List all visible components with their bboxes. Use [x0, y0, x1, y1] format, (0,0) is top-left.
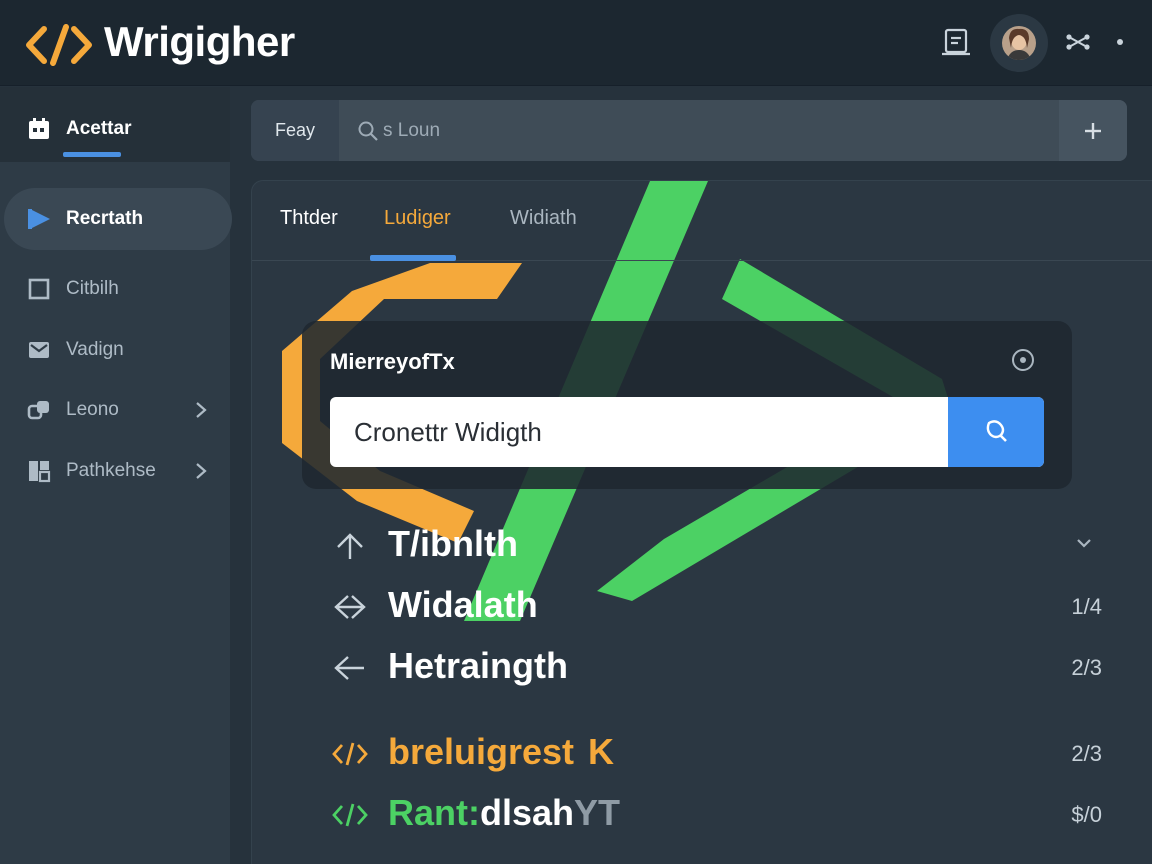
- arrow-left-icon: [334, 656, 364, 680]
- card-search-field[interactable]: [330, 397, 1044, 467]
- link-icon: [27, 401, 49, 420]
- list-item-label-main: dlsah: [480, 792, 575, 833]
- list-item-value: 1/4: [1071, 594, 1102, 619]
- note-icon[interactable]: [940, 26, 972, 58]
- tab-bar: Thtder Ludiger Widiath: [252, 181, 1152, 261]
- list-item[interactable]: Hetraingth 2/3: [322, 639, 1102, 695]
- grid-icon: [29, 461, 51, 483]
- plus-icon: [1085, 122, 1101, 139]
- list-item[interactable]: Rant:dlsahYT $/0: [322, 786, 1102, 842]
- list-item-label: Rant:dlsahYT: [388, 792, 620, 834]
- list-item-label: T/ibnlth: [388, 523, 518, 564]
- list-item-label-prefix: Rant:: [388, 792, 480, 833]
- sidebar-header-label: Acettar: [66, 118, 132, 139]
- play-icon: [28, 209, 50, 229]
- code-orange-icon: [332, 742, 368, 766]
- more-icon[interactable]: [1112, 34, 1128, 50]
- main-panel: Thtder Ludiger Widiath MierreyofTx T/ibn…: [251, 180, 1152, 864]
- sidebar-item-pathkehse[interactable]: Pathkehse: [0, 441, 230, 501]
- card-search-button[interactable]: [948, 397, 1044, 467]
- sidebar-item-leono[interactable]: Leono: [0, 380, 230, 440]
- info-icon[interactable]: [1010, 347, 1036, 373]
- list-item[interactable]: breluigrest K 2/3: [322, 725, 1102, 781]
- arrow-up-icon: [337, 533, 363, 559]
- tab-widiath[interactable]: Widiath: [510, 207, 577, 230]
- sidebar-item-label: Leono: [66, 399, 119, 420]
- add-button[interactable]: [1059, 100, 1127, 161]
- sidebar-item-label: Recrtath: [66, 208, 144, 229]
- code-green-icon: [332, 803, 368, 827]
- app-title: Wrigigher: [104, 18, 295, 65]
- diamond-arrow-icon: [334, 595, 366, 619]
- sidebar-item-label: Vadign: [66, 339, 124, 360]
- calendar-icon: [29, 118, 49, 139]
- toolbar-label-button[interactable]: Feay: [251, 100, 339, 161]
- list-item-label-suffix: K: [588, 731, 615, 772]
- share-icon[interactable]: [1064, 30, 1092, 54]
- sidebar-item-citbilh[interactable]: Citbilh: [0, 259, 230, 319]
- list-item-label-suffix: YT: [574, 792, 621, 833]
- user-avatar-icon: [1002, 26, 1036, 60]
- list-item-label-main: breluigrest: [388, 731, 575, 772]
- list-item[interactable]: Widalath 1/4: [322, 578, 1102, 634]
- avatar[interactable]: [990, 14, 1048, 72]
- list-item-label: Widalath: [388, 584, 538, 625]
- chevron-down-icon[interactable]: [1074, 533, 1094, 553]
- list-item-label: Hetraingth: [388, 645, 568, 686]
- card-search-input[interactable]: [330, 397, 948, 467]
- search-icon: [358, 121, 378, 141]
- tab-thtder[interactable]: Thtder: [280, 207, 338, 230]
- list-item-label: breluigrest K: [388, 731, 614, 773]
- square-icon: [28, 278, 50, 300]
- toolbar: Feay: [251, 100, 1127, 161]
- search-card: MierreyofTx: [302, 321, 1072, 489]
- sidebar-item-vadign[interactable]: Vadign: [0, 320, 230, 380]
- search-icon: [986, 420, 1007, 442]
- search-input[interactable]: [383, 119, 1023, 142]
- list-item-value: 2/3: [1071, 741, 1102, 766]
- chevron-right-icon: [196, 402, 207, 418]
- sidebar-item-label: Citbilh: [66, 278, 119, 299]
- list-item[interactable]: T/ibnlth: [322, 517, 1102, 573]
- sidebar-header[interactable]: Acettar: [0, 99, 230, 159]
- active-tab-indicator: [370, 255, 456, 261]
- list-item-value: $/0: [1071, 802, 1102, 827]
- app-header: Wrigigher: [0, 0, 1152, 86]
- sidebar: Acettar Recrtath Citbilh Vadign Leono Pa…: [0, 87, 232, 864]
- code-brackets-icon: [26, 24, 92, 66]
- sidebar-item-label: Pathkehse: [66, 460, 156, 481]
- sidebar-item-recrtath[interactable]: Recrtath: [0, 189, 230, 249]
- search-field[interactable]: [339, 100, 1059, 161]
- chevron-right-icon: [196, 463, 207, 479]
- sidebar-header-underline: [63, 152, 121, 157]
- card-title: MierreyofTx: [330, 349, 455, 374]
- tab-ludiger[interactable]: Ludiger: [384, 207, 451, 230]
- list-item-value: 2/3: [1071, 655, 1102, 680]
- mail-icon: [29, 342, 49, 358]
